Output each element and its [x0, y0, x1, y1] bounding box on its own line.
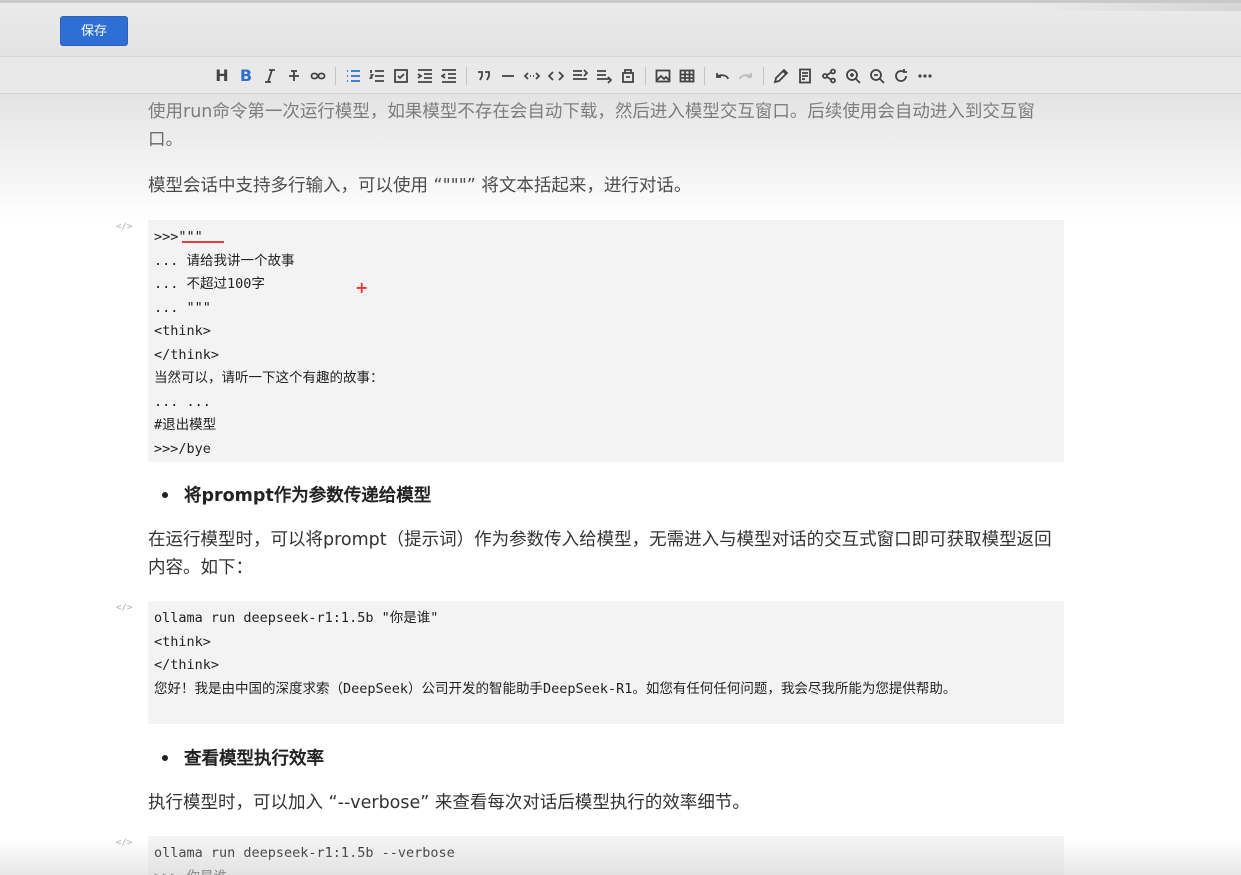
code-line: ollama run deepseek-r1:1.5b "你是谁": [154, 610, 439, 626]
code-line: 您好！我是由中国的深度求索（DeepSeek）公司开发的智能助手DeepSeek…: [154, 680, 957, 697]
code-block-multiline[interactable]: >>>""" ... 请给我讲一个故事 ... 不超过100字 ... """ …: [148, 220, 1064, 462]
zoom-out-icon[interactable]: [866, 64, 888, 88]
bullet-prompt-param: 将prompt作为参数传递给模型: [162, 482, 431, 507]
zoom-in-icon[interactable]: [842, 64, 864, 88]
code-line: >>>/bye: [154, 440, 211, 457]
heading-button[interactable]: H: [211, 64, 233, 88]
bold-button[interactable]: B: [235, 64, 257, 88]
code-line: #退出模型: [154, 417, 217, 433]
bullet-dot: [162, 491, 168, 498]
italic-icon[interactable]: [259, 64, 281, 88]
unordered-list-icon[interactable]: [342, 64, 364, 88]
paragraph-verbose: 执行模型时，可以加入 “--verbose” 来查看每次对话后模型执行的效率细节…: [148, 793, 750, 813]
top-bar: 保存: [0, 0, 1241, 56]
task-list-icon[interactable]: [390, 64, 412, 88]
window-edge: [1031, 3, 1241, 11]
edit-icon[interactable]: [770, 64, 792, 88]
toolbar-separator: [645, 66, 646, 85]
preview-icon[interactable]: [794, 64, 816, 88]
bullet-verbose: 查看模型执行效率: [162, 745, 324, 770]
link-icon[interactable]: [307, 64, 329, 88]
share-icon[interactable]: [818, 64, 840, 88]
image-icon[interactable]: [652, 64, 674, 88]
editor-toolbar: H B: [0, 56, 1241, 94]
align-icon[interactable]: [593, 64, 615, 88]
code-block-run-prompt[interactable]: ollama run deepseek-r1:1.5b "你是谁" <think…: [148, 601, 1064, 724]
horizontal-rule-icon[interactable]: [497, 64, 519, 88]
bullet-text: 查看模型执行效率: [184, 749, 324, 769]
undo-icon[interactable]: [711, 64, 733, 88]
red-underline-annotation: [182, 241, 224, 243]
paragraph-prompt-param: 在运行模型时，可以将prompt（提示词）作为参数传入给模型，无需进入与模型对话…: [148, 530, 1052, 578]
code-line: <think>: [154, 633, 211, 650]
code-line: </think>: [154, 657, 220, 673]
redo-icon[interactable]: [735, 64, 757, 88]
table-icon[interactable]: [676, 64, 698, 88]
mouse-cursor-cross: +: [355, 278, 369, 297]
bullet-dot: [162, 754, 168, 761]
code-line: <think>: [154, 323, 211, 339]
ordered-list-icon[interactable]: [366, 64, 388, 88]
quote-icon[interactable]: [473, 64, 495, 88]
code-block-marker: </>: [116, 838, 133, 848]
code-line: ... 请给我讲一个故事: [154, 252, 295, 269]
save-button[interactable]: 保存: [60, 16, 128, 46]
code-line: >>>""": [154, 229, 203, 245]
indent-icon[interactable]: [414, 64, 436, 88]
toolbar-separator: [466, 66, 467, 85]
code-block-verbose[interactable]: ollama run deepseek-r1:1.5b --verbose >>…: [148, 836, 1064, 875]
code-line: 当然可以，请听一下这个有趣的故事：: [154, 370, 384, 386]
code-line: ollama run deepseek-r1:1.5b --verbose: [154, 845, 455, 861]
code-block-marker: </>: [116, 222, 133, 232]
code-line: ... ...: [154, 393, 211, 410]
inline-code-icon[interactable]: [521, 64, 543, 88]
code-line: >>> 你是谁: [154, 866, 1058, 875]
code-block-icon[interactable]: [545, 64, 567, 88]
insert-file-icon[interactable]: [617, 64, 639, 88]
paragraph-run-command: 使用run命令第一次运行模型，如果模型不存在会自动下载，然后进入模型交互窗口。后…: [148, 102, 1035, 150]
toc-icon[interactable]: [569, 64, 591, 88]
toolbar-separator: [763, 66, 764, 85]
refresh-icon[interactable]: [890, 64, 912, 88]
paragraph-multiline: 模型会话中支持多行输入，可以使用 “"""” 将文本括起来，进行对话。: [148, 176, 692, 196]
outdent-icon[interactable]: [438, 64, 460, 88]
code-line: ... 不超过100字: [154, 276, 265, 292]
bullet-text: 将prompt作为参数传递给模型: [184, 486, 432, 506]
code-line: ... """: [154, 299, 211, 316]
more-icon[interactable]: [914, 64, 936, 88]
code-block-marker: </>: [116, 603, 133, 613]
toolbar-separator: [704, 66, 705, 85]
toolbar-separator: [335, 66, 336, 85]
code-line: </think>: [154, 346, 220, 363]
strikethrough-icon[interactable]: [283, 64, 305, 88]
